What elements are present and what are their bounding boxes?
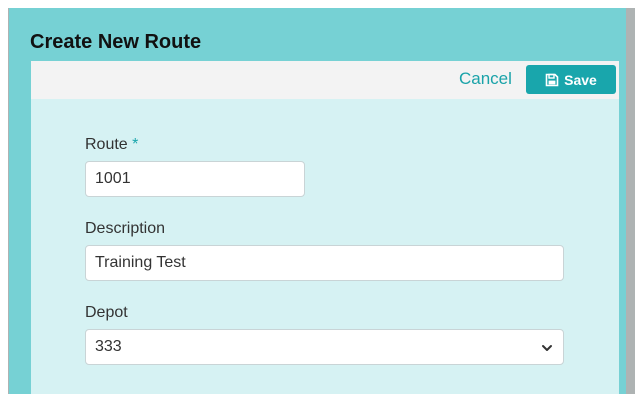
description-label: Description [85,220,166,237]
floppy-disk-icon [545,73,559,87]
depot-select-value: 333 [95,338,122,355]
dialog-toolbar: Cancel Save [31,61,619,99]
chevron-down-icon [541,341,553,359]
route-input[interactable]: 1001 [85,161,305,197]
depot-select[interactable]: 333 [85,329,564,365]
route-input-value: 1001 [95,170,131,187]
save-button[interactable]: Save [526,65,616,94]
cancel-button[interactable]: Cancel [459,69,512,89]
dialog-title: Create New Route [30,31,202,53]
required-marker: * [132,136,139,153]
description-input-value: Training Test [95,254,186,271]
description-input[interactable]: Training Test [85,245,564,281]
depot-label: Depot [85,304,128,321]
save-button-label: Save [564,71,597,88]
route-label: Route * [85,136,138,154]
form-body: Route * 1001 Description Training Test D… [31,99,619,394]
route-label-text: Route [85,136,128,153]
